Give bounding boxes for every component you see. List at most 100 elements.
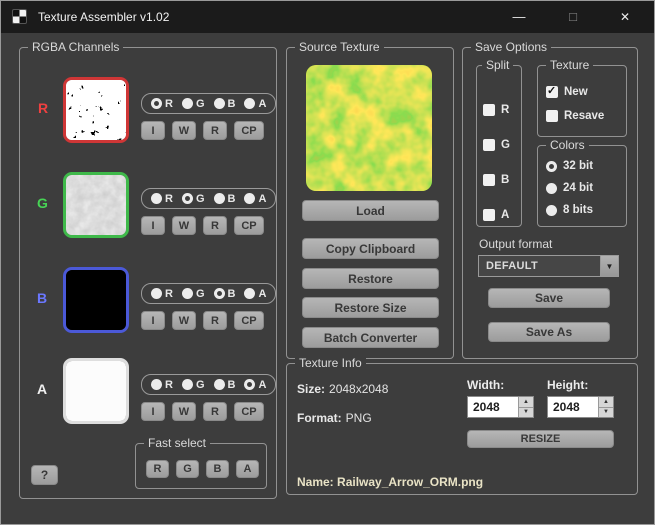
- channel-b-label: B: [37, 290, 47, 306]
- width-spinner: ▲ ▼: [467, 396, 534, 418]
- channel-a-buttons: I W R CP: [141, 402, 264, 421]
- split-r-checkbox[interactable]: R: [483, 104, 509, 116]
- channel-r-button-i[interactable]: I: [141, 121, 165, 140]
- channel-a-radio-b[interactable]: B: [214, 379, 236, 391]
- radio-icon: [244, 193, 255, 204]
- channel-g-button-cp[interactable]: CP: [234, 216, 264, 235]
- colors-24bit-radio[interactable]: 24 bit: [546, 182, 593, 194]
- height-up-button[interactable]: ▲: [599, 397, 613, 408]
- checkbox-icon: [546, 86, 558, 98]
- fast-select-b-button[interactable]: B: [206, 460, 229, 478]
- radio-icon: [214, 379, 225, 390]
- channel-b-buttons: I W R CP: [141, 311, 264, 330]
- channel-g-button-i[interactable]: I: [141, 216, 165, 235]
- height-down-button[interactable]: ▼: [599, 408, 613, 418]
- close-button[interactable]: ✕: [605, 1, 645, 33]
- help-button[interactable]: ?: [31, 465, 58, 485]
- channel-g-radio-b[interactable]: B: [214, 193, 236, 205]
- channel-g-thumbnail[interactable]: [63, 172, 129, 238]
- fast-select-r-button[interactable]: R: [146, 460, 169, 478]
- radio-icon: [151, 288, 162, 299]
- channel-g-button-w[interactable]: W: [172, 216, 196, 235]
- channel-g-button-r[interactable]: R: [203, 216, 227, 235]
- channel-a-thumbnail[interactable]: [63, 358, 129, 424]
- copy-clipboard-button[interactable]: Copy Clipboard: [302, 238, 439, 259]
- name-label: Name:: [297, 475, 334, 489]
- channel-r-buttons: I W R CP: [141, 121, 264, 140]
- channel-g-label: G: [37, 195, 48, 211]
- texture-mode-panel: Texture: [537, 65, 627, 137]
- channel-b-radio-a[interactable]: A: [244, 288, 266, 300]
- output-format-select[interactable]: DEFAULT ▼: [478, 255, 619, 277]
- channel-r-thumbnail[interactable]: [63, 77, 129, 143]
- radio-icon: [214, 288, 225, 299]
- channel-b-button-w[interactable]: W: [172, 311, 196, 330]
- channel-a-radio-r[interactable]: R: [151, 379, 173, 391]
- app-window: Texture Assembler v1.02 — □ ✕ RGBA Chann…: [0, 0, 655, 525]
- texture-resave-checkbox[interactable]: Resave: [546, 110, 604, 122]
- channel-a-radio-g[interactable]: G: [182, 379, 205, 391]
- split-a-checkbox[interactable]: A: [483, 209, 509, 221]
- channel-a-button-r[interactable]: R: [203, 402, 227, 421]
- source-texture-thumbnail[interactable]: [306, 65, 432, 191]
- split-g-checkbox[interactable]: G: [483, 139, 510, 151]
- resize-button[interactable]: RESIZE: [467, 430, 614, 448]
- colors-8bit-radio[interactable]: 8 bits: [546, 204, 593, 216]
- chevron-down-icon[interactable]: ▼: [600, 256, 618, 276]
- channel-r-button-w[interactable]: W: [172, 121, 196, 140]
- width-up-button[interactable]: ▲: [519, 397, 533, 408]
- channel-g-radio-a[interactable]: A: [244, 193, 266, 205]
- channel-b-button-r[interactable]: R: [203, 311, 227, 330]
- maximize-button[interactable]: □: [553, 1, 593, 33]
- channel-b-radio-g[interactable]: G: [182, 288, 205, 300]
- channel-r-radio-b[interactable]: B: [214, 98, 236, 110]
- split-b-checkbox[interactable]: B: [483, 174, 509, 186]
- restore-size-button[interactable]: Restore Size: [302, 297, 439, 318]
- radio-icon: [214, 98, 225, 109]
- channel-a-source-radios: R G B A: [141, 374, 276, 395]
- output-format-value: DEFAULT: [479, 260, 600, 272]
- save-button[interactable]: Save: [488, 288, 610, 308]
- radio-icon: [546, 161, 557, 172]
- channel-b-button-i[interactable]: I: [141, 311, 165, 330]
- radio-icon: [244, 98, 255, 109]
- channel-a-label: A: [37, 381, 47, 397]
- width-label: Width:: [467, 378, 504, 392]
- height-input[interactable]: [548, 397, 598, 417]
- load-button[interactable]: Load: [302, 200, 439, 221]
- channel-g-source-radios: R G B A: [141, 188, 276, 209]
- channel-b-radio-b[interactable]: B: [214, 288, 236, 300]
- channel-b-radio-r[interactable]: R: [151, 288, 173, 300]
- channel-r-radio-g[interactable]: G: [182, 98, 205, 110]
- channel-g-radio-g[interactable]: G: [182, 193, 205, 205]
- fast-select-g-button[interactable]: G: [176, 460, 199, 478]
- channel-b-thumbnail[interactable]: [63, 267, 129, 333]
- channel-r-source-radios: R G B A: [141, 93, 276, 114]
- size-label: Size:: [297, 382, 325, 396]
- channel-r-radio-a[interactable]: A: [244, 98, 266, 110]
- batch-converter-button[interactable]: Batch Converter: [302, 327, 439, 348]
- channel-b-button-cp[interactable]: CP: [234, 311, 264, 330]
- save-as-button[interactable]: Save As: [488, 322, 610, 342]
- fast-select-a-button[interactable]: A: [236, 460, 259, 478]
- texture-new-checkbox[interactable]: New: [546, 86, 588, 98]
- channel-a-button-cp[interactable]: CP: [234, 402, 264, 421]
- channel-r-button-r[interactable]: R: [203, 121, 227, 140]
- width-input[interactable]: [468, 397, 518, 417]
- channel-g-radio-r[interactable]: R: [151, 193, 173, 205]
- channel-r-radio-r[interactable]: R: [151, 98, 173, 110]
- channel-a-radio-a[interactable]: A: [244, 379, 266, 391]
- channel-r-button-cp[interactable]: CP: [234, 121, 264, 140]
- name-value: Railway_Arrow_ORM.png: [337, 475, 483, 489]
- minimize-button[interactable]: —: [499, 1, 539, 33]
- restore-button[interactable]: Restore: [302, 268, 439, 289]
- output-format-label: Output format: [479, 237, 552, 251]
- checkbox-icon: [483, 174, 495, 186]
- texture-mode-title: Texture: [546, 58, 593, 72]
- checkbox-icon: [483, 104, 495, 116]
- width-down-button[interactable]: ▼: [519, 408, 533, 418]
- channel-a-button-i[interactable]: I: [141, 402, 165, 421]
- radio-icon: [244, 379, 255, 390]
- channel-a-button-w[interactable]: W: [172, 402, 196, 421]
- colors-32bit-radio[interactable]: 32 bit: [546, 160, 593, 172]
